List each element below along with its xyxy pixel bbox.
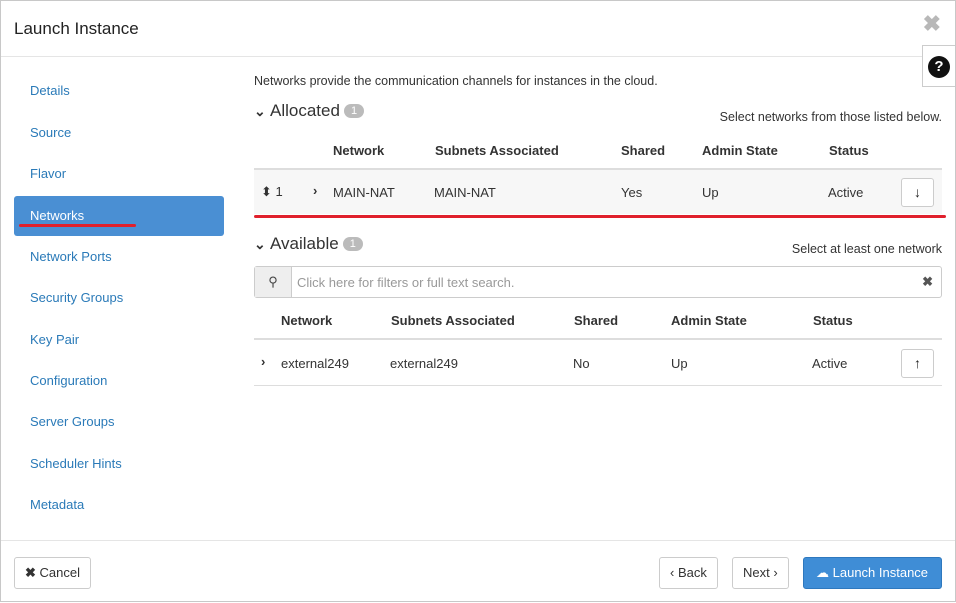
launch-label: Launch Instance: [832, 565, 929, 580]
sidebar-item-configuration[interactable]: Configuration: [14, 361, 224, 401]
sidebar-item-label: Details: [30, 83, 70, 98]
annotation-underline: [19, 224, 136, 227]
sidebar-item-label: Networks: [30, 208, 85, 223]
column-header-status[interactable]: Status: [813, 313, 853, 328]
available-count-badge: 1: [342, 237, 363, 251]
column-header-subnets[interactable]: Subnets Associated: [435, 143, 559, 158]
column-header-admin-state[interactable]: Admin State: [702, 143, 778, 158]
modal-footer: ✖ Cancel ‹ Back Next › ☁ Launch Instance: [1, 540, 955, 603]
search-input[interactable]: [293, 267, 903, 297]
sidebar-item-networks[interactable]: Networks: [14, 196, 224, 236]
sidebar-item-metadata[interactable]: Metadata: [14, 485, 224, 525]
column-header-shared[interactable]: Shared: [574, 313, 618, 328]
back-label: Back: [677, 565, 707, 580]
cancel-button[interactable]: ✖ Cancel: [14, 557, 91, 589]
chevron-down-icon: ⌄: [254, 236, 266, 252]
sidebar-item-scheduler-hints[interactable]: Scheduler Hints: [14, 444, 224, 484]
sidebar-item-label: Metadata: [30, 497, 85, 512]
launch-instance-modal: Launch Instance ✖ ? Details Source Flavo…: [0, 0, 956, 602]
search-bar: ⚲ ✖: [254, 266, 942, 298]
back-button[interactable]: ‹ Back: [659, 557, 718, 589]
column-header-admin-state[interactable]: Admin State: [671, 313, 747, 328]
shared-value: Yes: [621, 185, 643, 200]
sidebar-item-flavor[interactable]: Flavor: [14, 154, 224, 194]
chevron-down-icon: ⌄: [254, 103, 266, 119]
admin-state-value: Up: [671, 356, 688, 371]
arrow-down-icon: ↓: [914, 184, 921, 200]
subnets-value: external249: [390, 356, 458, 371]
sidebar-item-details[interactable]: Details: [14, 71, 224, 111]
sidebar-item-label: Source: [30, 125, 72, 140]
chevron-left-icon: ‹: [670, 565, 675, 580]
sidebar-item-label: Flavor: [30, 166, 67, 181]
cancel-label: Cancel: [39, 565, 80, 580]
help-button[interactable]: ?: [922, 45, 955, 87]
status-value: Active: [828, 185, 864, 200]
admin-state-value: Up: [702, 185, 719, 200]
deallocate-button[interactable]: ↓: [901, 178, 934, 207]
cloud-upload-icon: ☁: [816, 565, 829, 580]
next-button[interactable]: Next ›: [732, 557, 789, 589]
close-icon[interactable]: ✖: [923, 13, 941, 35]
modal-title: Launch Instance: [14, 19, 139, 38]
chevron-right-icon[interactable]: ›: [261, 354, 265, 369]
sidebar-item-label: Server Groups: [30, 414, 115, 429]
sidebar-item-server-groups[interactable]: Server Groups: [14, 402, 224, 442]
allocated-count-badge: 1: [343, 104, 365, 118]
network-name: external249: [281, 356, 349, 371]
sidebar-item-label: Network Ports: [30, 249, 112, 264]
chevron-right-icon[interactable]: ›: [313, 183, 317, 198]
next-label: Next: [743, 565, 770, 580]
status-value: Active: [812, 356, 848, 371]
column-header-shared[interactable]: Shared: [621, 143, 665, 158]
available-hint: Select at least one network: [791, 242, 942, 256]
sidebar-item-source[interactable]: Source: [14, 113, 224, 153]
available-title: Available: [270, 234, 339, 253]
column-header-network[interactable]: Network: [333, 143, 384, 158]
table-row: › external249 external249 No Up Active ↑: [254, 338, 942, 386]
available-toggle[interactable]: ⌄ Available 1: [254, 234, 363, 254]
sidebar-item-label: Security Groups: [30, 290, 124, 305]
allocated-toggle[interactable]: ⌄ Allocated 1: [254, 101, 365, 121]
sidebar-item-label: Scheduler Hints: [30, 456, 122, 471]
drag-handle[interactable]: ⬍ 1: [261, 184, 283, 200]
sidebar-item-label: Configuration: [30, 373, 108, 388]
column-header-network[interactable]: Network: [281, 313, 332, 328]
help-icon: ?: [928, 56, 950, 78]
subnets-value: MAIN-NAT: [434, 185, 496, 200]
table-row: ⬍ 1 › MAIN-NAT MAIN-NAT Yes Up Active ↓: [254, 168, 942, 214]
annotation-underline: [254, 215, 946, 218]
column-header-subnets[interactable]: Subnets Associated: [391, 313, 515, 328]
search-icon: ⚲: [255, 267, 292, 297]
allocated-title: Allocated: [270, 101, 340, 120]
arrow-up-icon: ↑: [914, 355, 921, 371]
row-order: 1: [275, 184, 283, 199]
allocated-hint: Select networks from those listed below.: [719, 110, 942, 124]
modal-header: Launch Instance ✖: [1, 1, 955, 57]
column-header-status[interactable]: Status: [829, 143, 869, 158]
chevron-right-icon: ›: [773, 565, 778, 580]
sidebar-item-label: Key Pair: [30, 332, 80, 347]
shared-value: No: [573, 356, 590, 371]
sidebar-item-key-pair[interactable]: Key Pair: [14, 320, 224, 360]
launch-instance-button[interactable]: ☁ Launch Instance: [803, 557, 942, 589]
close-icon: ✖: [25, 565, 36, 580]
sort-icon: ⬍: [261, 184, 272, 199]
sidebar-item-security-groups[interactable]: Security Groups: [14, 278, 224, 318]
clear-icon[interactable]: ✖: [922, 274, 933, 290]
allocate-button[interactable]: ↑: [901, 349, 934, 378]
network-name: MAIN-NAT: [333, 185, 395, 200]
sidebar-item-network-ports[interactable]: Network Ports: [14, 237, 224, 277]
intro-text: Networks provide the communication chann…: [254, 74, 658, 88]
